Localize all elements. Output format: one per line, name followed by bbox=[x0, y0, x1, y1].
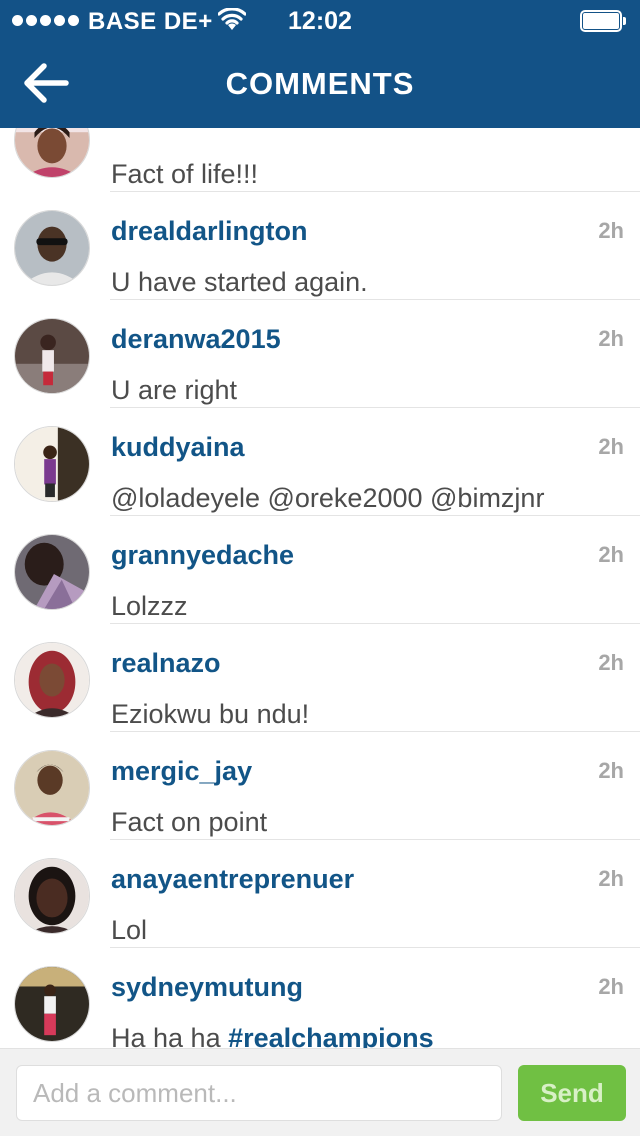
page-title: COMMENTS bbox=[225, 66, 415, 101]
status-bar: BASE DE+ 12:02 bbox=[0, 0, 640, 40]
avatar[interactable] bbox=[14, 210, 90, 286]
comment-timestamp: 2h bbox=[598, 326, 624, 351]
comment-text: Fact of life!!! bbox=[111, 159, 259, 189]
comment-row: drealdarlington 2h U have started again. bbox=[0, 192, 640, 300]
comment-username[interactable]: sydneymutung bbox=[111, 972, 303, 1003]
comment-input[interactable] bbox=[16, 1065, 502, 1121]
avatar[interactable] bbox=[14, 750, 90, 826]
comment-text: U are right bbox=[111, 375, 238, 405]
status-time: 12:02 bbox=[288, 7, 352, 35]
comment-text: Fact on point bbox=[111, 807, 268, 837]
comment-text: Eziokwu bu ndu! bbox=[111, 699, 310, 729]
comment-text: @loladeyele @oreke2000 @bimzjnr bbox=[111, 483, 545, 513]
comment-row: grannyedache 2h Lolzzz bbox=[0, 516, 640, 624]
comment-timestamp: 2h bbox=[598, 434, 624, 459]
comment-timestamp: 2h bbox=[598, 758, 624, 783]
comment-text: U have started again. bbox=[111, 267, 368, 297]
avatar[interactable] bbox=[14, 966, 90, 1042]
comment-username[interactable]: realnazo bbox=[111, 648, 221, 679]
comment-row: sydneymutung 2h Ha ha ha #realchampions bbox=[0, 948, 640, 1048]
comment-row: Fact of life!!! bbox=[0, 128, 640, 192]
comment-list[interactable]: Fact of life!!! drealdarlington 2h U hav… bbox=[0, 128, 640, 1048]
comment-username[interactable]: grannyedache bbox=[111, 540, 294, 571]
navigation-bar: BASE DE+ 12:02 COMMENTS bbox=[0, 0, 640, 128]
comment-username[interactable]: kuddyaina bbox=[111, 432, 245, 463]
comment-username[interactable]: mergic_jay bbox=[111, 756, 252, 787]
comment-row: kuddyaina 2h @loladeyele @oreke2000 @bim… bbox=[0, 408, 640, 516]
comment-row: deranwa2015 2h U are right bbox=[0, 300, 640, 408]
comment-username[interactable]: anayaentreprenuer bbox=[111, 864, 354, 895]
avatar[interactable] bbox=[14, 642, 90, 718]
comment-text: Lolzzz bbox=[111, 591, 188, 621]
comment-text: Lol bbox=[111, 915, 148, 945]
comment-timestamp: 2h bbox=[598, 650, 624, 675]
send-button[interactable]: Send bbox=[518, 1065, 626, 1121]
comment-composer: Send bbox=[0, 1048, 640, 1136]
battery-icon bbox=[580, 10, 626, 32]
hashtag-link[interactable]: #realchampions bbox=[228, 1023, 434, 1049]
avatar[interactable] bbox=[14, 318, 90, 394]
avatar[interactable] bbox=[14, 426, 90, 502]
comment-timestamp: 2h bbox=[598, 218, 624, 243]
comment-row: mergic_jay 2h Fact on point bbox=[0, 732, 640, 840]
avatar[interactable] bbox=[14, 128, 90, 178]
comment-timestamp: 2h bbox=[598, 866, 624, 891]
comment-username[interactable]: deranwa2015 bbox=[111, 324, 281, 355]
comment-text: Ha ha ha #realchampions bbox=[111, 1023, 434, 1049]
comment-timestamp: 2h bbox=[598, 542, 624, 567]
avatar[interactable] bbox=[14, 534, 90, 610]
avatar[interactable] bbox=[14, 858, 90, 934]
comment-timestamp: 2h bbox=[598, 974, 624, 999]
comment-username[interactable]: drealdarlington bbox=[111, 216, 308, 247]
comment-row: anayaentreprenuer 2h Lol bbox=[0, 840, 640, 948]
comment-row: realnazo 2h Eziokwu bu ndu! bbox=[0, 624, 640, 732]
